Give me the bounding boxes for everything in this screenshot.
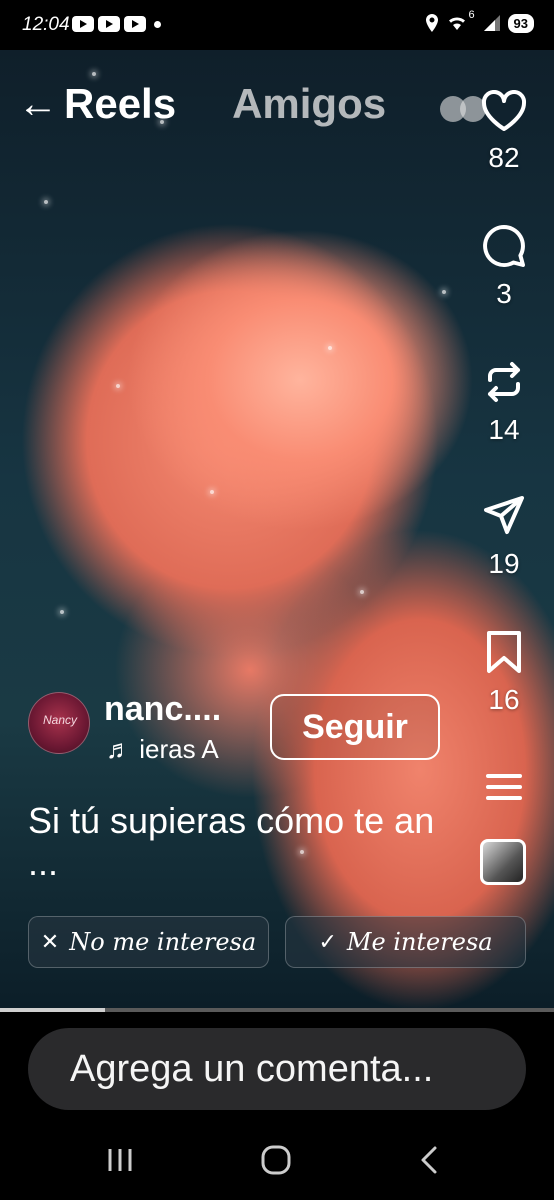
avatar-label: Nancy [42,713,77,727]
repost-action[interactable]: 14 [472,360,536,446]
network-type: 6 [468,9,475,21]
repost-icon[interactable] [482,360,526,404]
more-options[interactable] [472,772,536,802]
sparkle [92,72,96,76]
tab-reels[interactable]: Reels [64,80,176,128]
bookmark-icon[interactable] [484,630,524,674]
wifi-icon: 6 [446,9,476,33]
sparkle [44,200,48,204]
avatar[interactable]: Nancy [28,692,90,754]
more-notifications-icon [154,21,161,28]
comment-action[interactable]: 3 [472,224,536,310]
interested-button[interactable]: ✓ Me interesa [285,916,526,968]
signal-icon [483,15,500,31]
comment-placeholder: Agrega un comenta... [70,1047,434,1090]
youtube-notification-icon [98,16,120,32]
interested-label: Me interesa [346,928,493,956]
share-count: 19 [488,548,520,579]
check-icon: ✓ [318,929,337,955]
chevron-left-icon [421,1146,437,1174]
comment-input[interactable]: Agrega un comenta... [28,1028,526,1110]
repost-count: 14 [488,414,520,445]
status-time: 12:04 [22,14,70,35]
interest-feedback: ✕ No me interesa ✓ Me interesa [28,916,526,968]
send-icon[interactable] [482,494,526,538]
audio-thumbnail[interactable] [480,839,526,885]
sparkle [328,346,332,350]
battery-level: 93 [507,13,534,33]
video-progress-fill [0,1008,106,1012]
home-icon [261,1145,291,1175]
reel-video[interactable]: ← Reels Amigos 82 3 14 19 16 Nancy nanc.… [0,50,554,1008]
home-button[interactable] [256,1142,296,1178]
tab-amigos[interactable]: Amigos [232,80,386,128]
comment-count: 3 [496,278,512,309]
not-interested-button[interactable]: ✕ No me interesa [28,916,269,968]
follow-button[interactable]: Seguir [270,694,440,760]
location-icon [425,14,438,32]
sparkle [442,290,446,294]
share-action[interactable]: 19 [472,494,536,580]
sparkle [360,590,364,594]
back-arrow-icon[interactable]: ← [18,84,58,124]
heart-icon[interactable] [481,90,527,132]
author-row: Nancy nanc.... ♬ ieras A Seguir [28,690,448,772]
like-count: 82 [488,142,520,173]
close-icon: ✕ [40,929,60,955]
youtube-notification-icon [124,16,146,32]
back-button[interactable] [414,1142,444,1178]
audio-track-label[interactable]: ♬ ieras A [106,734,219,765]
not-interested-label: No me interesa [69,928,257,956]
status-indicators: 6 93 [425,9,534,33]
sparkle [116,384,120,388]
status-bar: 12:04 6 93 [0,0,554,50]
comment-icon[interactable] [482,224,526,268]
save-count: 16 [488,684,520,715]
recent-apps-button[interactable] [100,1142,140,1178]
more-options-icon[interactable] [484,772,524,802]
username[interactable]: nanc.... [104,690,221,729]
youtube-notification-icon [72,16,94,32]
system-nav-bar [0,1120,554,1200]
reels-header: ← Reels Amigos [18,80,386,128]
recent-apps-icon [108,1149,132,1171]
sparkle [60,610,64,614]
caption[interactable]: Si tú supieras cómo te an ... [28,800,468,884]
save-action[interactable]: 16 [472,630,536,716]
like-action[interactable]: 82 [472,90,536,174]
video-progress[interactable] [0,1008,554,1012]
sparkle [210,490,214,494]
